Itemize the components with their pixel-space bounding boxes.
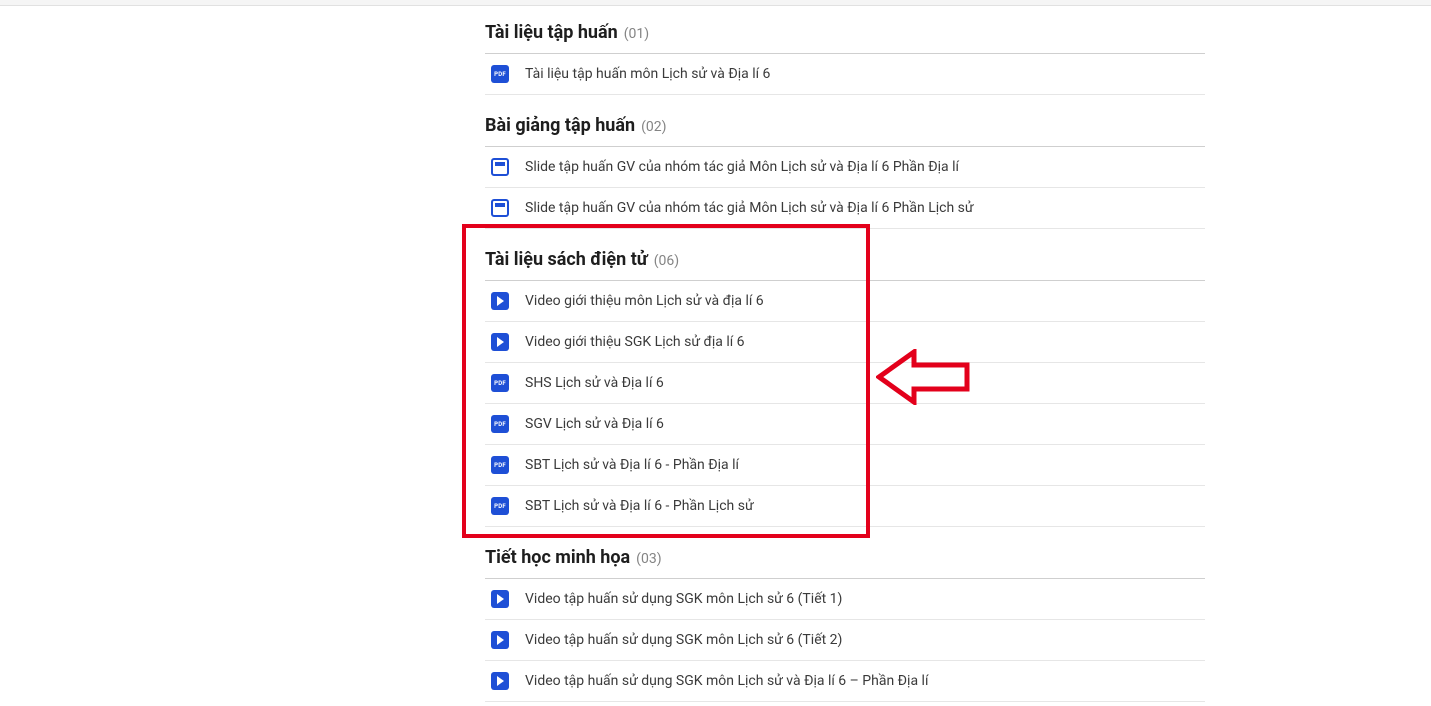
item-label: Slide tập huấn GV của nhóm tác giả Môn L… <box>525 159 959 175</box>
list-item[interactable]: PDF SBT Lịch sử và Địa lí 6 - Phần Địa l… <box>485 445 1205 486</box>
section-heading: Bài giảng tập huấn (02) <box>485 107 1205 147</box>
pdf-icon: PDF <box>491 374 509 392</box>
list-item[interactable]: Slide tập huấn GV của nhóm tác giả Môn L… <box>485 188 1205 229</box>
list-item[interactable]: PDF SGV Lịch sử và Địa lí 6 <box>485 404 1205 445</box>
section-count: (02) <box>641 119 666 135</box>
main-content: Tài liệu tập huấn (01) PDF Tài liệu tập … <box>485 14 1205 702</box>
list-item[interactable]: Video tập huấn sử dụng SGK môn Lịch sử 6… <box>485 620 1205 661</box>
item-label: Video tập huấn sử dụng SGK môn Lịch sử 6… <box>525 591 842 607</box>
item-label: SHS Lịch sử và Địa lí 6 <box>525 375 664 391</box>
list-item[interactable]: Slide tập huấn GV của nhóm tác giả Môn L… <box>485 147 1205 188</box>
section-title: Bài giảng tập huấn <box>485 115 635 136</box>
video-icon <box>491 672 509 690</box>
video-icon <box>491 590 509 608</box>
section-count: (03) <box>636 551 661 567</box>
presentation-icon <box>491 199 509 217</box>
list-item[interactable]: Video tập huấn sử dụng SGK môn Lịch sử v… <box>485 661 1205 702</box>
section-title: Tài liệu tập huấn <box>485 22 618 43</box>
list-item[interactable]: PDF SHS Lịch sử và Địa lí 6 <box>485 363 1205 404</box>
item-label: SBT Lịch sử và Địa lí 6 - Phần Lịch sử <box>525 498 754 514</box>
item-label: Video tập huấn sử dụng SGK môn Lịch sử v… <box>525 673 928 689</box>
window-chrome-hint <box>0 0 1431 6</box>
section-heading: Tài liệu sách điện tử (06) <box>485 241 1205 281</box>
section-heading: Tiết học minh họa (03) <box>485 539 1205 579</box>
section-count: (01) <box>624 26 649 42</box>
list-item[interactable]: PDF Tài liệu tập huấn môn Lịch sử và Địa… <box>485 54 1205 95</box>
pdf-icon: PDF <box>491 497 509 515</box>
item-label: Video giới thiệu môn Lịch sử và địa lí 6 <box>525 293 764 309</box>
pdf-icon: PDF <box>491 456 509 474</box>
section-demo-lessons: Tiết học minh họa (03) Video tập huấn sử… <box>485 539 1205 702</box>
section-title: Tài liệu sách điện tử <box>485 249 648 270</box>
list-item[interactable]: Video giới thiệu môn Lịch sử và địa lí 6 <box>485 281 1205 322</box>
pdf-icon: PDF <box>491 415 509 433</box>
item-label: Tài liệu tập huấn môn Lịch sử và Địa lí … <box>525 66 770 82</box>
list-item[interactable]: PDF SBT Lịch sử và Địa lí 6 - Phần Lịch … <box>485 486 1205 527</box>
section-heading: Tài liệu tập huấn (01) <box>485 14 1205 54</box>
item-label: SBT Lịch sử và Địa lí 6 - Phần Địa lí <box>525 457 739 473</box>
item-label: Video tập huấn sử dụng SGK môn Lịch sử 6… <box>525 632 842 648</box>
section-training-docs: Tài liệu tập huấn (01) PDF Tài liệu tập … <box>485 14 1205 95</box>
section-count: (06) <box>654 253 679 269</box>
item-label: Slide tập huấn GV của nhóm tác giả Môn L… <box>525 200 974 216</box>
section-title: Tiết học minh họa <box>485 547 630 568</box>
list-item[interactable]: Video giới thiệu SGK Lịch sử địa lí 6 <box>485 322 1205 363</box>
presentation-icon <box>491 158 509 176</box>
list-item[interactable]: Video tập huấn sử dụng SGK môn Lịch sử 6… <box>485 579 1205 620</box>
section-lectures: Bài giảng tập huấn (02) Slide tập huấn G… <box>485 107 1205 229</box>
video-icon <box>491 631 509 649</box>
video-icon <box>491 333 509 351</box>
pdf-icon: PDF <box>491 65 509 83</box>
video-icon <box>491 292 509 310</box>
section-ebooks: Tài liệu sách điện tử (06) Video giới th… <box>485 241 1205 527</box>
item-label: Video giới thiệu SGK Lịch sử địa lí 6 <box>525 334 745 350</box>
item-label: SGV Lịch sử và Địa lí 6 <box>525 416 664 432</box>
